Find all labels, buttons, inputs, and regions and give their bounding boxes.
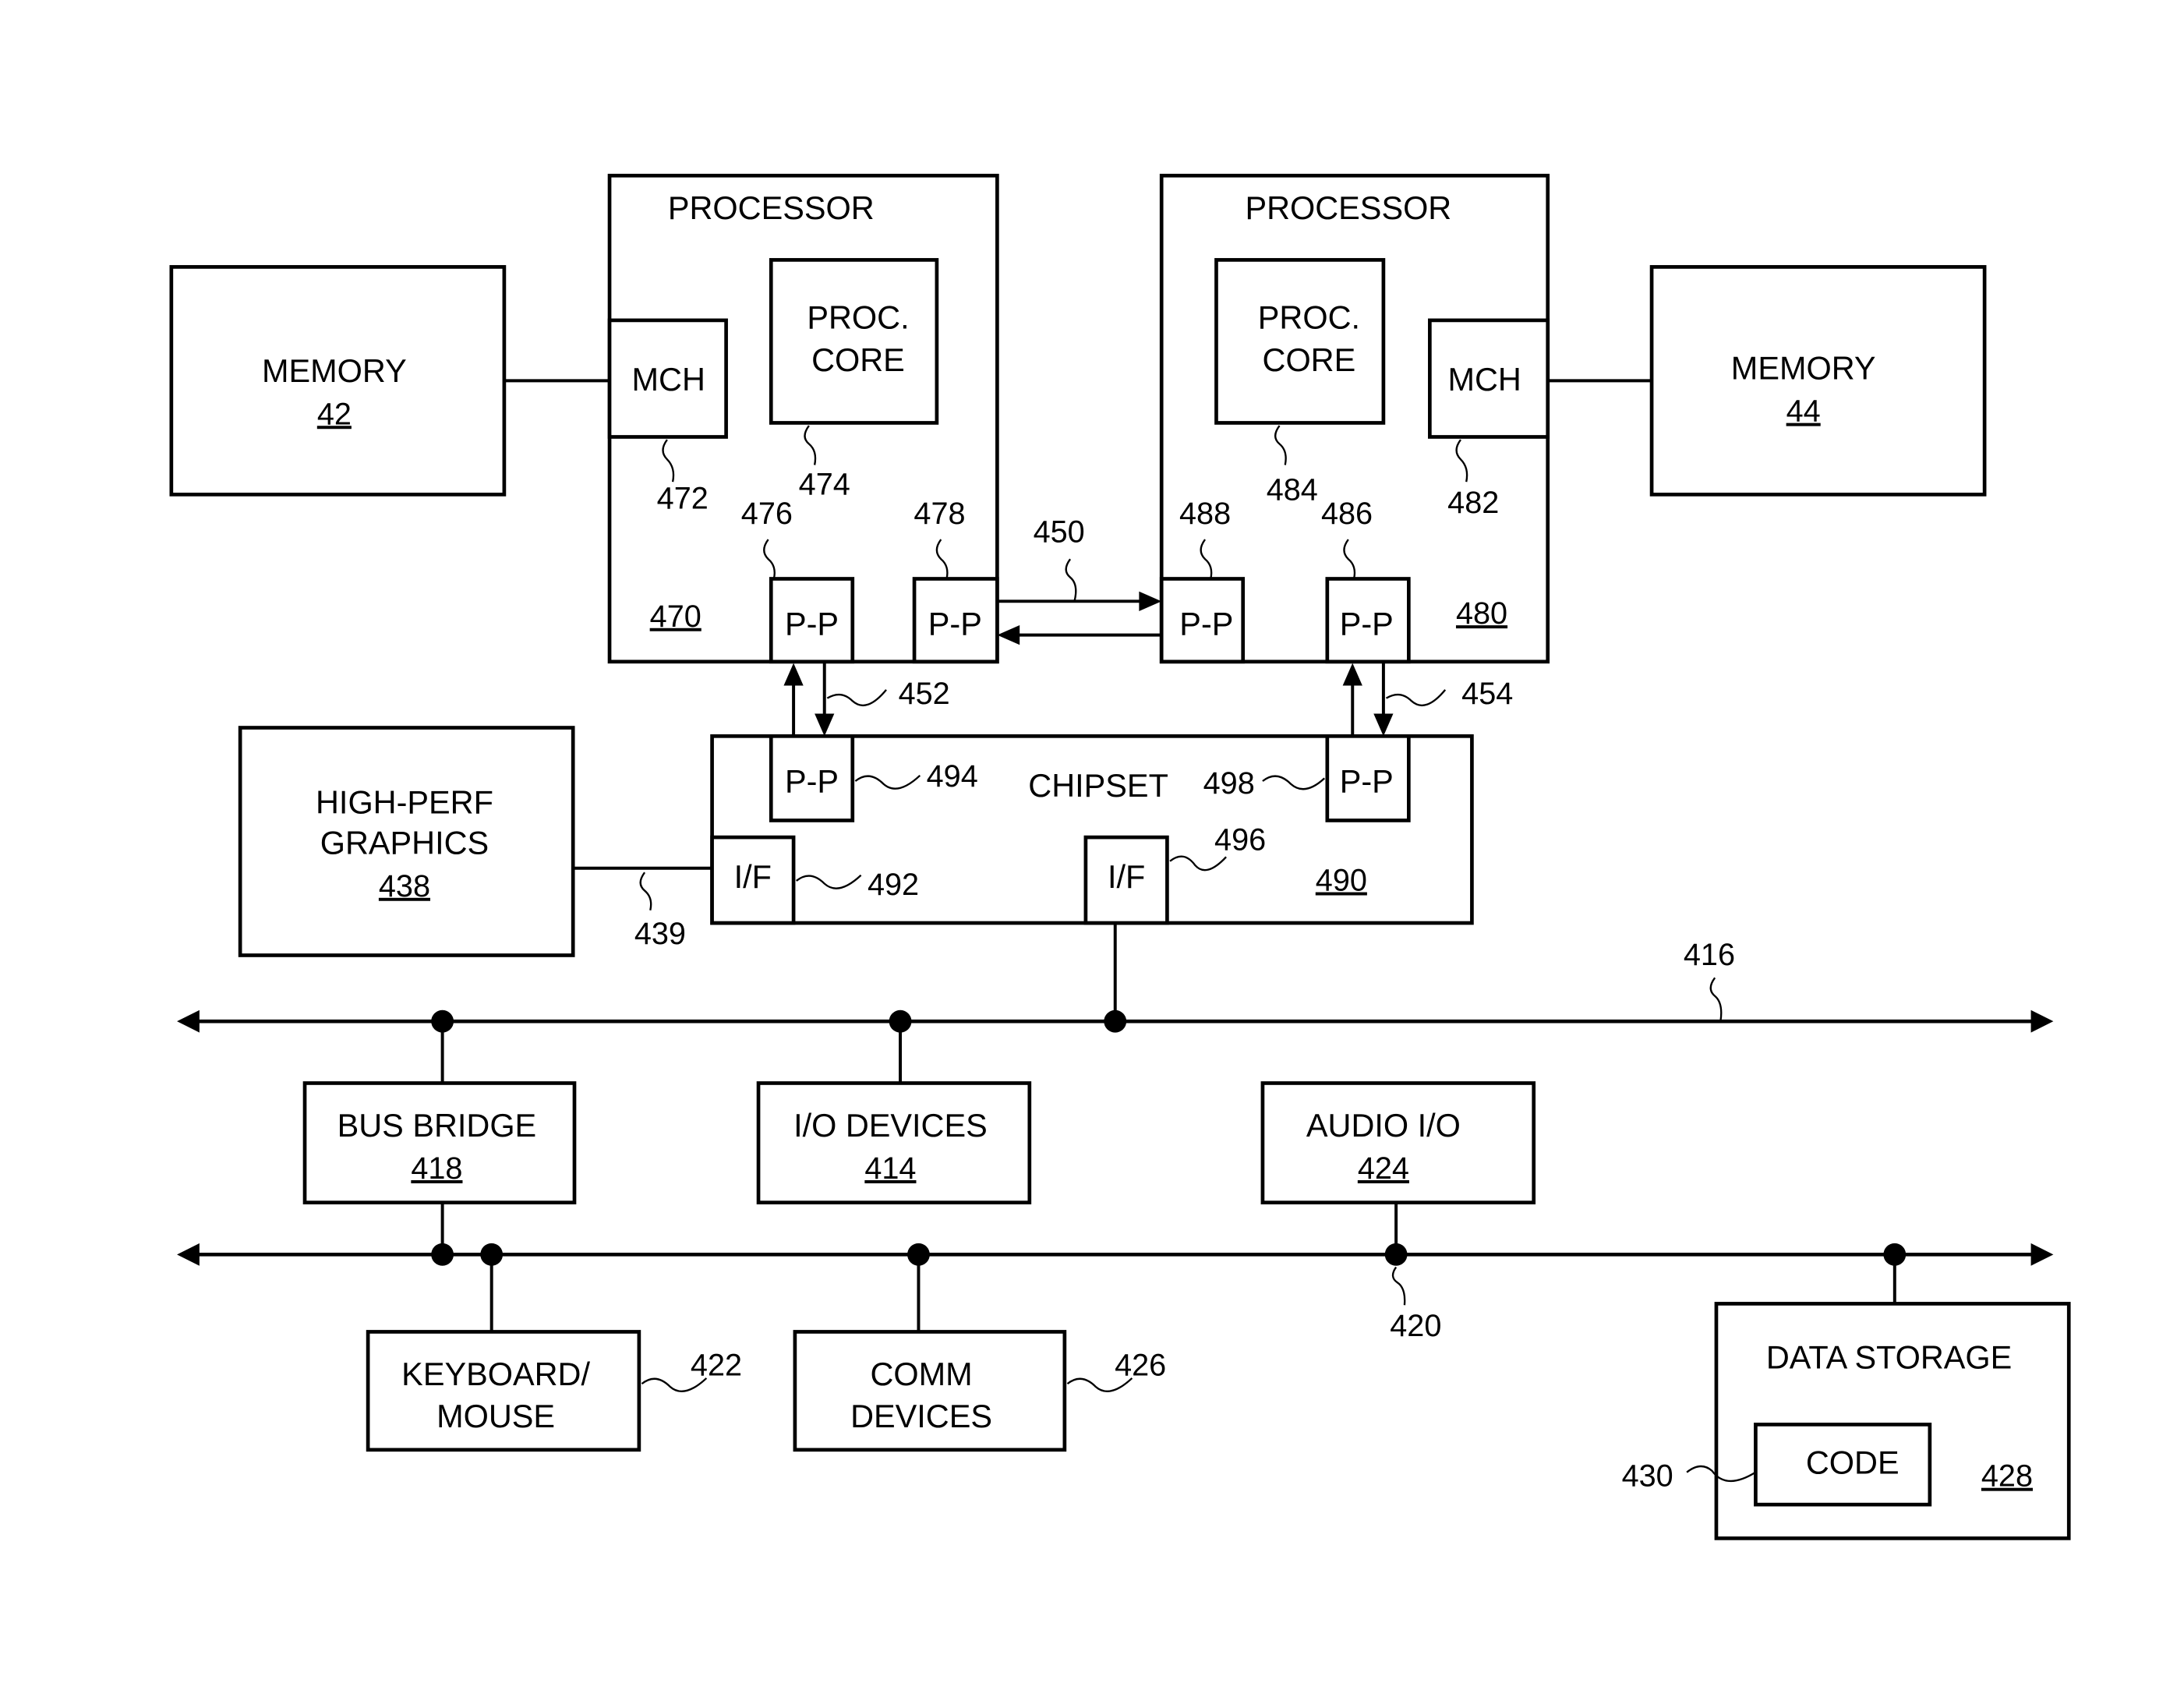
ref-450: 450	[1034, 515, 1085, 550]
comm-devices-line1: COMM	[870, 1356, 972, 1392]
arrow-down-icon	[1373, 713, 1394, 737]
ref-496: 496	[1214, 822, 1266, 857]
memory-44-block: MEMORY 44	[1649, 265, 1987, 497]
ref-450-leader	[1065, 558, 1077, 602]
ref-426: 426	[1115, 1348, 1166, 1382]
processor-480-ref: 480	[1456, 596, 1507, 631]
data-storage-428-block: DATA STORAGE CODE 428 430	[1622, 1302, 2071, 1540]
ref-476: 476	[741, 497, 793, 531]
ref-488: 488	[1179, 497, 1231, 531]
graphics-438-line2: GRAPHICS	[320, 825, 489, 861]
memory-42-label: MEMORY	[262, 352, 407, 389]
arrow-right-icon	[2030, 1009, 2054, 1033]
ref-420-leader	[1391, 1266, 1406, 1306]
arrow-left-icon	[177, 1009, 200, 1033]
arrow-up-icon	[1342, 663, 1362, 686]
proc0-chipset-link-452: 452	[783, 661, 950, 737]
bus-420-junction	[431, 1243, 454, 1266]
code-label: CODE	[1806, 1444, 1900, 1480]
graphics-438-line1: HIGH-PERF	[316, 783, 493, 820]
keyboard-mouse-line1: KEYBOARD/	[401, 1356, 590, 1392]
proc1-chipset-link-454: 454	[1342, 661, 1513, 737]
ref-484: 484	[1267, 473, 1318, 507]
proc-core-484-line2: CORE	[1263, 341, 1356, 378]
ref-494: 494	[927, 759, 978, 794]
arrow-right-icon	[1139, 591, 1162, 611]
ref-454: 454	[1461, 677, 1513, 711]
arrow-left-icon	[997, 624, 1020, 645]
comm-devices-line2: DEVICES	[850, 1398, 992, 1434]
ref-416: 416	[1684, 938, 1735, 972]
io-devices-ref: 414	[864, 1151, 916, 1186]
chipset-490-block: CHIPSET P-P 494 498 P-P I/F 492 I/F 496 …	[710, 734, 1474, 925]
processor-470-title: PROCESSOR	[668, 189, 875, 226]
data-storage-ref: 428	[1981, 1459, 2033, 1494]
pp-476-label: P-P	[785, 606, 839, 642]
pp-498-label: P-P	[1340, 762, 1394, 799]
chipset-label: CHIPSET	[1028, 767, 1168, 804]
graphics-438-ref: 438	[379, 869, 430, 903]
ref-492: 492	[868, 868, 919, 902]
io-devices-label: I/O DEVICES	[793, 1107, 988, 1144]
proc-core-474-line2: CORE	[811, 341, 905, 378]
arrow-down-icon	[815, 713, 835, 737]
processor-interconnect-450: 450	[997, 515, 1162, 645]
pp-478-label: P-P	[928, 606, 982, 642]
arrow-up-icon	[783, 663, 804, 686]
ref-416-leader	[1709, 977, 1723, 1022]
ref-486: 486	[1321, 497, 1373, 531]
ref-498: 498	[1203, 766, 1255, 801]
pp-488-label: P-P	[1179, 606, 1233, 642]
memory-42-block: MEMORY 42	[169, 265, 507, 497]
bus-416-junction	[1104, 1009, 1127, 1033]
ref-454-leader	[1385, 689, 1447, 707]
ref-478: 478	[914, 497, 965, 531]
comm-devices-426-block: COMM DEVICES 426	[793, 1330, 1166, 1452]
processor-480-title: PROCESSOR	[1245, 189, 1451, 226]
ref-439: 439	[634, 917, 686, 951]
ref-439-leader	[639, 872, 652, 911]
arrow-right-icon	[2030, 1243, 2054, 1266]
system-block-diagram: MEMORY 42 PROCESSOR MCH 472 PROC. CORE 4…	[169, 173, 2071, 1540]
if-492-label: I/F	[734, 858, 772, 895]
proc-core-474-line1: PROC.	[807, 299, 909, 336]
memory-42-ref: 42	[317, 397, 352, 431]
keyboard-mouse-line2: MOUSE	[436, 1398, 555, 1434]
audio-io-ref: 424	[1358, 1151, 1409, 1186]
processor-470-ref: 470	[650, 599, 701, 634]
graphics-438-block: HIGH-PERF GRAPHICS 438	[238, 726, 575, 957]
bus-bridge-ref: 418	[411, 1151, 462, 1186]
mch-472-label: MCH	[632, 361, 705, 398]
mch-482-label: MCH	[1447, 361, 1521, 398]
ref-422: 422	[691, 1348, 742, 1382]
audio-io-424-block: AUDIO I/O 424	[1260, 1081, 1536, 1205]
io-devices-414-block: I/O DEVICES 414	[756, 1081, 1032, 1205]
ref-420: 420	[1390, 1309, 1441, 1343]
memory-44-ref: 44	[1786, 394, 1821, 429]
processor-480-block: PROCESSOR PROC. CORE 484 MCH 482 488 P-P…	[1159, 173, 1550, 664]
memory-44-label: MEMORY	[1731, 350, 1876, 387]
pp-494-label: P-P	[785, 762, 839, 799]
ref-430: 430	[1622, 1459, 1673, 1494]
arrow-left-icon	[177, 1243, 200, 1266]
ref-472: 472	[657, 481, 709, 515]
pp-486-label: P-P	[1340, 606, 1394, 642]
chipset-490-ref: 490	[1316, 864, 1367, 898]
audio-io-label: AUDIO I/O	[1306, 1107, 1461, 1144]
data-storage-label: DATA STORAGE	[1766, 1338, 2012, 1375]
ref-482: 482	[1447, 486, 1499, 520]
proc-core-484-line1: PROC.	[1258, 299, 1360, 336]
bus-bridge-418-block: BUS BRIDGE 418	[302, 1081, 577, 1205]
ref-452-leader	[826, 689, 887, 707]
bus-420-junction	[1384, 1243, 1408, 1266]
keyboard-mouse-422-block: KEYBOARD/ MOUSE 422	[366, 1330, 742, 1452]
ref-474: 474	[799, 467, 850, 501]
ref-452: 452	[899, 677, 950, 711]
processor-470-block: PROCESSOR MCH 472 PROC. CORE 474 476 P-P…	[607, 173, 999, 664]
bus-bridge-label: BUS BRIDGE	[337, 1107, 537, 1144]
if-496-label: I/F	[1108, 858, 1145, 895]
